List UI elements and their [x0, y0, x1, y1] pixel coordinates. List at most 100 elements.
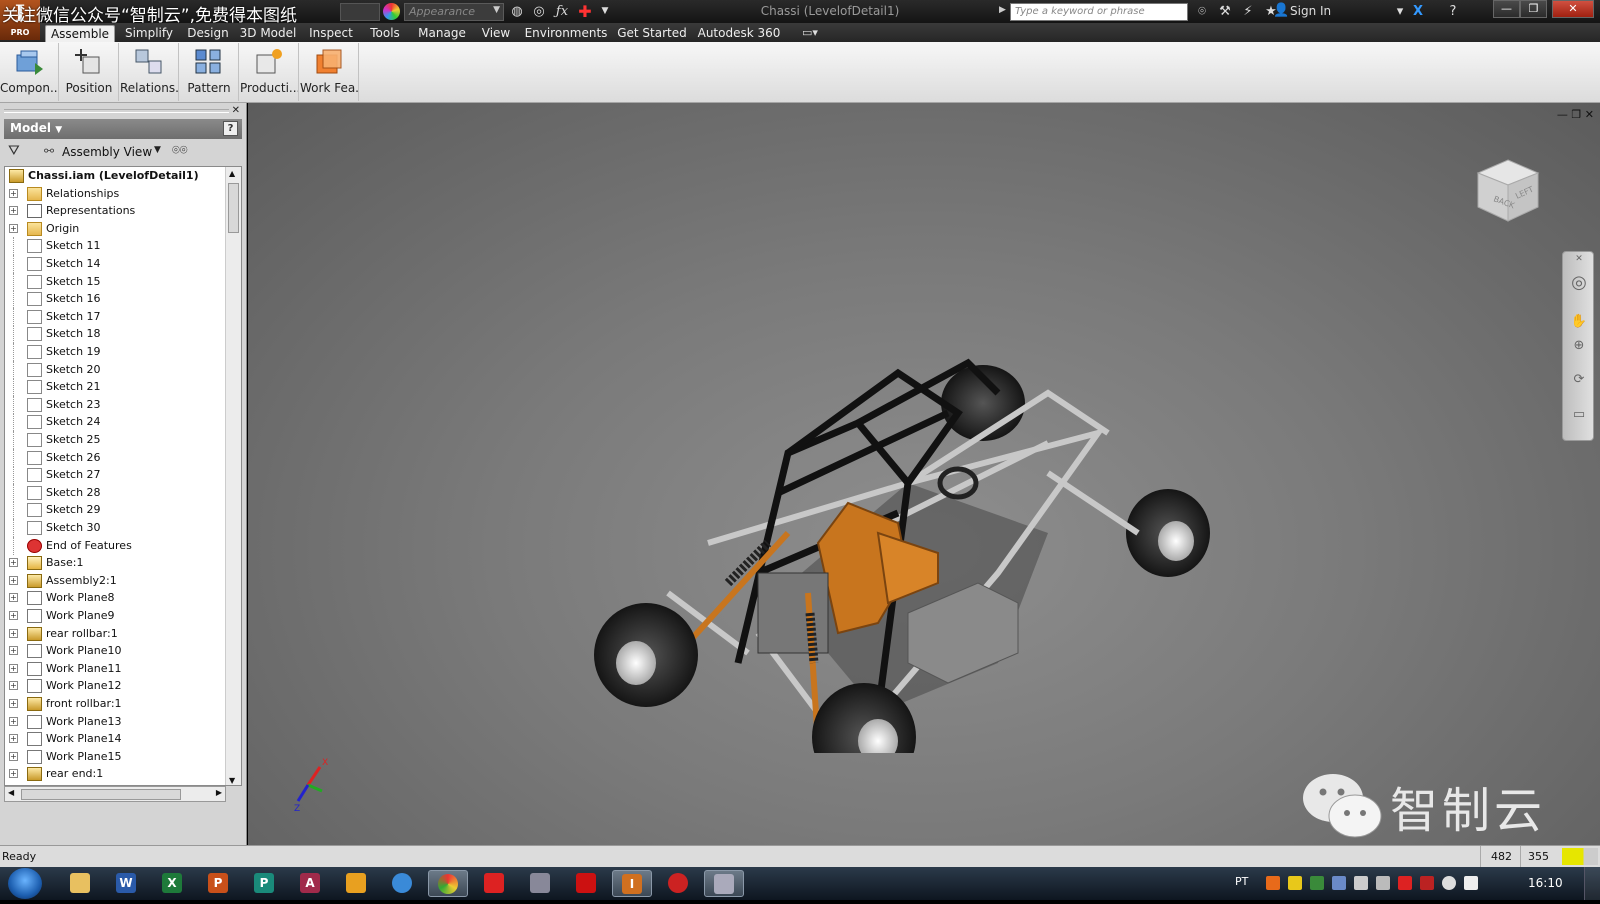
pan-icon[interactable]: ✋ [1570, 314, 1588, 332]
tree-item[interactable]: Sketch 27 [5, 466, 223, 485]
adjust-icon[interactable]: ◎ [530, 3, 548, 20]
look-at-icon[interactable]: ▭ [1570, 407, 1588, 425]
taskbar-info[interactable] [658, 870, 698, 897]
taskbar-access[interactable]: A [290, 870, 330, 897]
work-features-button[interactable]: Work Fea... [300, 43, 359, 101]
taskbar-acrobat[interactable] [566, 870, 606, 897]
tree-item[interactable]: + Work Plane11 [5, 660, 223, 678]
scroll-right-icon[interactable]: ▶ [216, 788, 222, 797]
tree-item[interactable]: Sketch 15 [5, 272, 223, 291]
taskbar-publisher[interactable]: P [244, 870, 284, 897]
tree-root[interactable]: Chassi.iam (LevelofDetail1) [5, 167, 223, 185]
tree-item[interactable]: Sketch 20 [5, 360, 223, 379]
tree-item[interactable]: Sketch 21 [5, 378, 223, 397]
wrench-icon[interactable]: ⚒ [1216, 3, 1234, 21]
taskbar-solidworks[interactable] [474, 870, 514, 897]
tab-tools[interactable]: Tools [362, 25, 408, 42]
taskbar-tool2[interactable] [704, 870, 744, 897]
tree-vertical-scrollbar[interactable]: ▲ ▼ [225, 167, 241, 785]
tray-shield-icon[interactable] [1288, 876, 1302, 890]
tree-horizontal-scrollbar[interactable]: ◀ ▶ [4, 786, 226, 802]
help-icon[interactable]: ? [1444, 3, 1462, 21]
expand-icon[interactable]: + [9, 699, 18, 708]
scroll-up-icon[interactable]: ▲ [229, 169, 235, 178]
fx-icon[interactable]: ƒx [553, 3, 571, 20]
tree-item[interactable]: + Work Plane9 [5, 607, 223, 625]
tree-item[interactable]: Sketch 26 [5, 448, 223, 467]
taskbar-tool[interactable] [520, 870, 560, 897]
tree-item[interactable]: + Work Plane10 [5, 642, 223, 660]
tree-item[interactable]: Sketch 24 [5, 413, 223, 432]
tree-item[interactable]: Sketch 11 [5, 237, 223, 256]
show-desktop-button[interactable] [1584, 867, 1600, 900]
tab-simplify[interactable]: Simplify [118, 25, 180, 42]
chevron-down-icon[interactable]: ▼ [154, 145, 161, 155]
expand-icon[interactable]: + [9, 734, 18, 744]
tree-item[interactable]: End of Features [5, 536, 223, 555]
taskbar-chrome[interactable] [428, 870, 468, 897]
tab-3d-model[interactable]: 3D Model [236, 25, 300, 42]
tree-item[interactable]: Sketch 17 [5, 307, 223, 326]
tray-sync-icon[interactable] [1310, 876, 1324, 890]
help-icon[interactable]: ? [223, 121, 238, 136]
expand-icon[interactable]: + [9, 188, 18, 198]
expand-icon[interactable]: + [9, 751, 18, 761]
appearance-select[interactable]: Appearance ▼ [404, 3, 504, 21]
taskbar-word[interactable]: W [106, 870, 146, 897]
tray-solidworks-icon[interactable] [1398, 876, 1412, 890]
tree-item[interactable]: Sketch 29 [5, 501, 223, 520]
tab-environments[interactable]: Environments [519, 25, 613, 42]
tree-item[interactable]: Sketch 18 [5, 325, 223, 344]
tab-manage[interactable]: Manage [411, 25, 473, 42]
scroll-left-icon[interactable]: ◀ [8, 788, 14, 797]
viewcube[interactable]: BACK LEFT [1473, 155, 1543, 225]
taskbar-powerpoint[interactable]: P [198, 870, 238, 897]
assembly-view-select[interactable]: Assembly View [62, 145, 152, 159]
graphics-window[interactable]: — ❐ ✕ BACK LEFT ✕ ◎ ✋ ⊕ ⟳ ▭ X Z 智制云 [248, 103, 1600, 845]
taskbar-ie[interactable] [382, 870, 422, 897]
tree-item[interactable]: Sketch 23 [5, 395, 223, 414]
zoom-icon[interactable]: ⊕ [1570, 338, 1588, 356]
tree-item[interactable]: + Work Plane12 [5, 677, 223, 695]
position-button[interactable]: Position [60, 43, 119, 101]
tab-assemble[interactable]: Assemble [45, 25, 115, 42]
help-search-input[interactable]: Type a keyword or phrase [1010, 3, 1188, 21]
component-button[interactable]: Compon... [0, 43, 59, 101]
tree-item[interactable]: + Assembly2:1 [5, 572, 223, 590]
exchange-icon[interactable]: X [1409, 3, 1427, 21]
restore-button[interactable]: ❐ [1520, 0, 1547, 18]
tree-item[interactable]: Sketch 16 [5, 290, 223, 309]
tab-autodesk-360[interactable]: Autodesk 360 [691, 25, 787, 42]
tree-item[interactable]: + Work Plane15 [5, 748, 223, 766]
tree-item[interactable]: Sketch 28 [5, 483, 223, 502]
close-button[interactable]: ✕ [1552, 0, 1594, 18]
expand-icon[interactable]: + [9, 769, 18, 779]
minimize-button[interactable]: — [1493, 0, 1520, 18]
tab-get-started[interactable]: Get Started [616, 25, 688, 42]
tray-network-icon[interactable] [1332, 876, 1346, 890]
filter-icon[interactable]: ⛛ [8, 143, 20, 159]
steering-wheel-icon[interactable]: ◎ [1570, 272, 1588, 293]
expand-icon[interactable]: + [9, 223, 18, 233]
tree-item[interactable]: + Origin [5, 220, 223, 238]
clear-appearance-icon[interactable]: ◍ [508, 3, 526, 20]
taskbar-excel[interactable]: X [152, 870, 192, 897]
taskbar-inventor[interactable]: I [612, 870, 652, 897]
tab-design[interactable]: Design [183, 25, 233, 42]
tree-item[interactable]: Sketch 25 [5, 431, 223, 449]
tree-item[interactable]: + rear end:1 [5, 765, 223, 783]
tray-globe-icon[interactable] [1442, 876, 1456, 890]
binoculars-icon[interactable]: ⌾⌾ [172, 143, 188, 158]
expand-icon[interactable]: + [9, 593, 18, 603]
tree-item[interactable]: + Relationships [5, 185, 223, 203]
model-header[interactable]: Model ▼ ? [4, 119, 242, 139]
tree-item[interactable]: + Representations [5, 202, 223, 220]
scroll-down-icon[interactable]: ▼ [229, 776, 235, 785]
tree-item[interactable]: + Work Plane8 [5, 589, 223, 607]
flag-icon[interactable] [1464, 876, 1478, 890]
tree-item[interactable]: Sketch 30 [5, 519, 223, 537]
expand-icon[interactable]: + [9, 681, 18, 691]
browser-grip[interactable] [4, 109, 229, 113]
expand-icon[interactable]: + [9, 716, 18, 726]
buggy-chassis-model[interactable] [578, 333, 1218, 753]
